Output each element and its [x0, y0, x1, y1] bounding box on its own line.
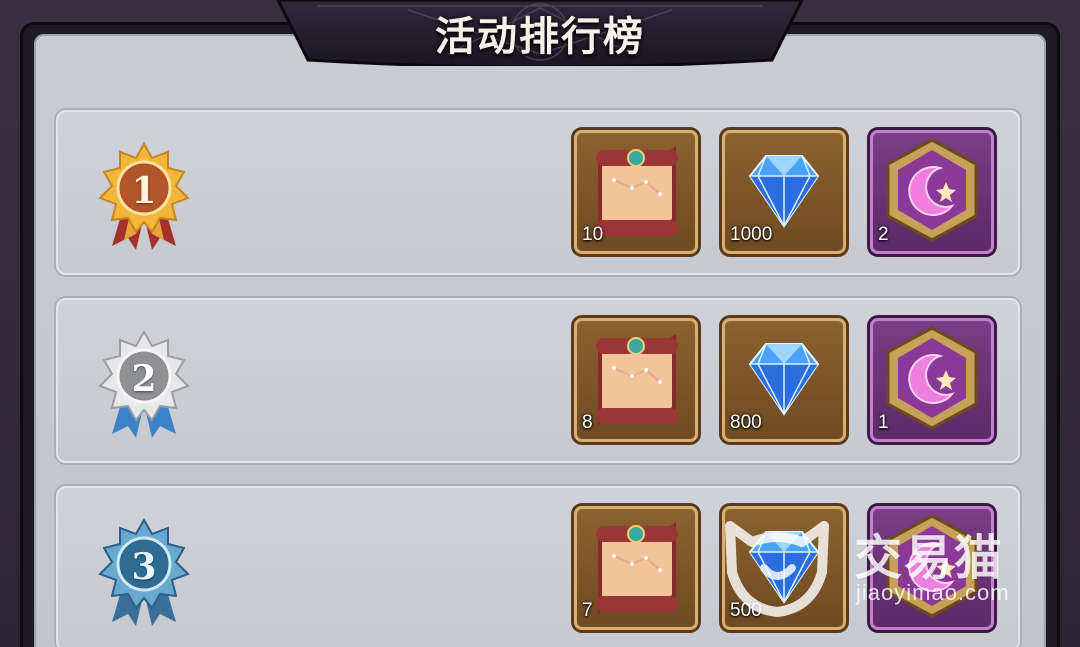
leaderboard-screen: 活动排行榜 1 10 1000 2 2 8 800 1 3 7 500 交易猫 … [0, 0, 1080, 647]
reward-moon-badge[interactable]: 2 [870, 130, 994, 254]
rank-3-medal-icon: 3 [92, 518, 196, 626]
rank-1-medal-icon: 1 [92, 142, 196, 250]
reward-quantity: 8 [582, 412, 593, 433]
header-banner: 活动排行榜 [268, 0, 812, 66]
reward-quantity: 10 [582, 224, 604, 245]
rank-2-label: 2 [131, 358, 157, 400]
rank-1-label: 1 [131, 170, 157, 212]
reward-scroll[interactable]: 8 [574, 318, 698, 442]
reward-quantity: 2 [878, 224, 889, 245]
reward-diamond[interactable]: 800 [722, 318, 846, 442]
reward-scroll[interactable]: 7 [574, 506, 698, 630]
reward-quantity: 800 [730, 412, 762, 433]
page-title: 活动排行榜 [435, 13, 645, 60]
rank-3-label: 3 [131, 546, 157, 588]
cat-logo-icon [725, 521, 829, 617]
reward-quantity: 7 [582, 600, 593, 621]
watermark: 交易猫 jiaoyimao.com [712, 508, 1042, 618]
watermark-brand: 交易猫 [854, 530, 1005, 586]
rank-row-1: 1 10 1000 2 [56, 110, 1020, 275]
reward-quantity: 1000 [730, 224, 773, 245]
watermark-domain: jiaoyimao.com [856, 580, 1010, 605]
rank-2-medal-icon: 2 [92, 330, 196, 438]
rank-row-2: 2 8 800 1 [56, 298, 1020, 463]
reward-scroll[interactable]: 10 [574, 130, 698, 254]
reward-moon-badge[interactable]: 1 [870, 318, 994, 442]
reward-quantity: 1 [878, 412, 889, 433]
reward-diamond[interactable]: 1000 [722, 130, 846, 254]
